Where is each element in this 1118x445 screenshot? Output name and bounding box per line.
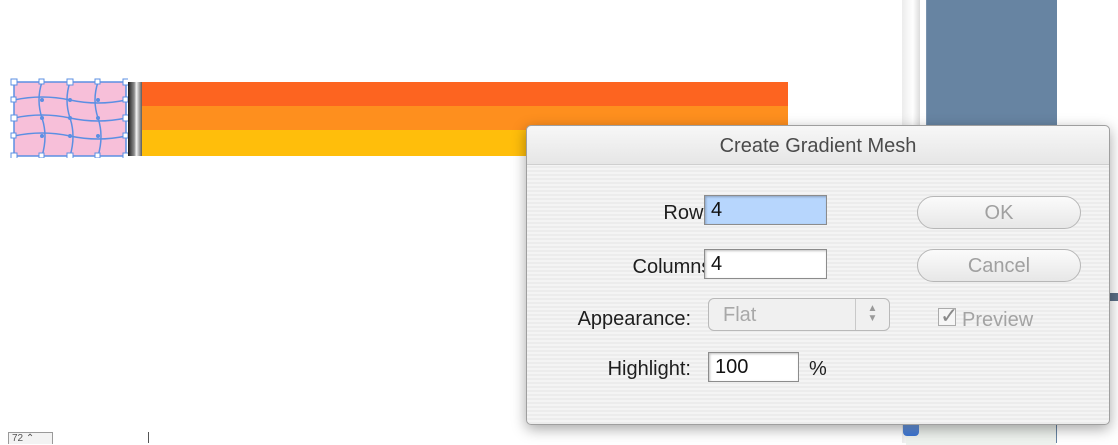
preview-label: Preview [962,309,1034,331]
appearance-select[interactable]: Flat ▲ ▼ [708,298,890,331]
checkmark-icon: ✓ [940,303,959,328]
columns-input[interactable] [704,249,827,279]
create-gradient-mesh-dialog: Create Gradient Mesh Rows: Columns: Appe… [526,125,1110,425]
columns-label: Columns: [632,256,717,278]
appearance-selected-value: Flat [723,304,757,326]
status-divider [148,432,149,443]
dialog-title[interactable]: Create Gradient Mesh [527,126,1109,165]
ok-button[interactable]: OK [917,196,1081,229]
orange-stripe-top[interactable] [140,82,788,106]
cancel-button[interactable]: Cancel [917,249,1081,282]
metal-cap-gradient[interactable] [128,82,142,156]
zoom-field[interactable]: 72 ⌃ [8,432,53,444]
appearance-label: Appearance: [577,308,691,330]
highlight-input[interactable] [708,352,799,382]
status-bar: 72 ⌃ [0,430,160,444]
gradient-mesh-object[interactable] [10,78,128,158]
updown-arrows-icon: ▲ ▼ [855,299,889,330]
highlight-label: Highlight: [607,358,691,380]
rows-label: Rows: [663,202,719,224]
preview-checkbox[interactable]: ✓ [938,303,958,328]
highlight-unit: % [809,358,827,380]
rows-input[interactable] [704,195,827,225]
